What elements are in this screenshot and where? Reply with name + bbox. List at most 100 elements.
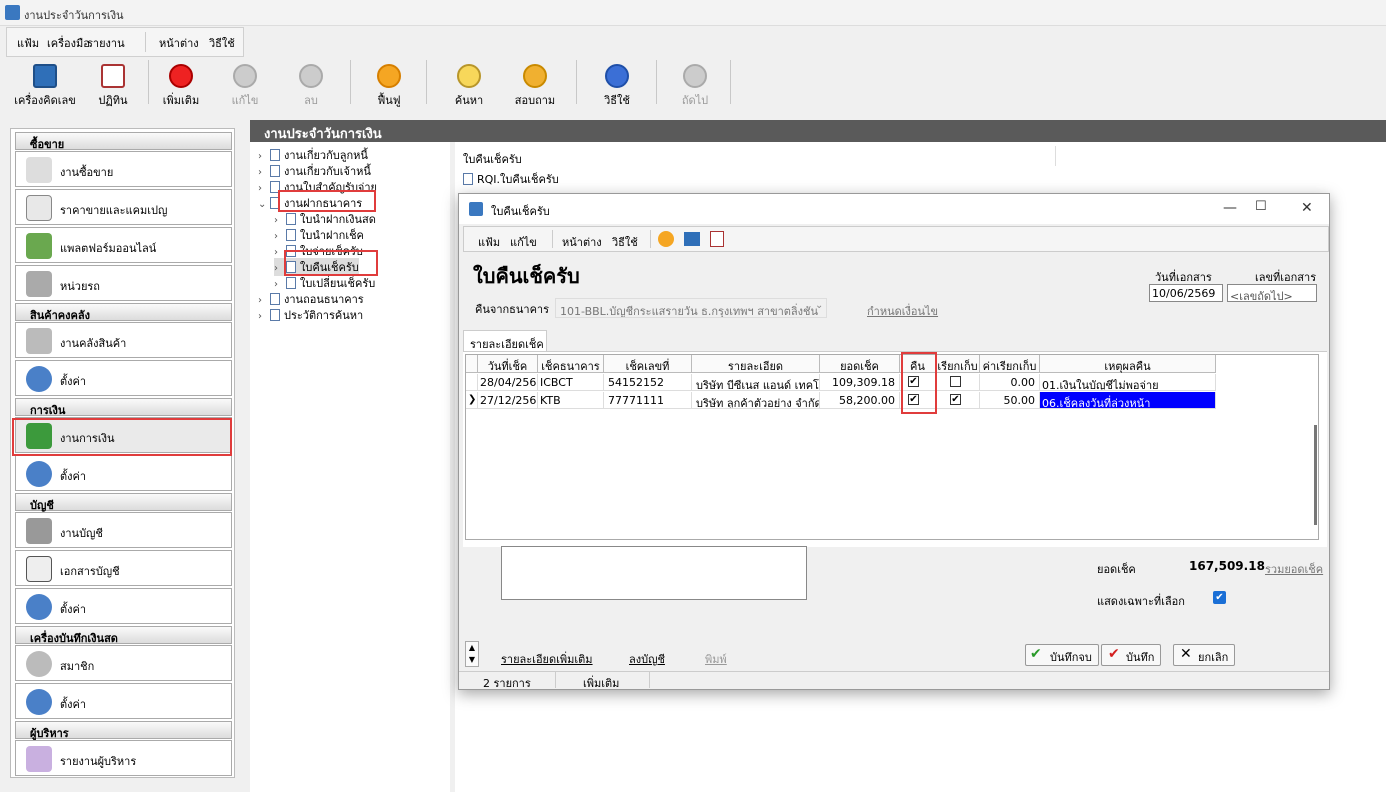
cell-fee[interactable]: 0.00 xyxy=(980,374,1040,391)
menu-help[interactable]: วิธีใช้ xyxy=(209,34,235,52)
save-button[interactable]: ✔ บันทึก xyxy=(1101,644,1162,666)
close-icon[interactable]: ✕ xyxy=(1301,200,1313,216)
col-collect[interactable]: เรียกเก็บ xyxy=(936,355,980,373)
sales-work-button[interactable]: งานซื้อขาย xyxy=(15,151,232,187)
menu-report[interactable]: รายงาน xyxy=(87,34,125,52)
collect-checkbox[interactable]: ✔ xyxy=(950,394,961,405)
edit-icon xyxy=(233,64,257,88)
module-header: งานประจำวันการเงิน xyxy=(250,120,1386,142)
col-fee[interactable]: ค่าเรียกเก็บ xyxy=(980,355,1040,373)
check-icon: ✔ xyxy=(1108,646,1120,662)
menu-file[interactable]: แฟ้ม xyxy=(17,34,39,52)
truck-icon xyxy=(26,271,52,297)
accounting-work-button[interactable]: งานบัญชี xyxy=(15,512,232,548)
cell-cheque-no[interactable]: 77771111 xyxy=(604,392,692,409)
edit-button[interactable]: แก้ไข xyxy=(222,58,268,107)
menu-window[interactable]: หน้าต่าง xyxy=(159,34,199,52)
inquiry-button[interactable]: สอบถาม xyxy=(510,58,560,107)
cell-fee[interactable]: 50.00 xyxy=(980,392,1040,409)
app-title: งานประจำวันการเงิน xyxy=(24,9,124,22)
post-ledger-link[interactable]: ลงบัญชี xyxy=(629,650,665,668)
dialog-menu-window[interactable]: หน้าต่าง xyxy=(562,233,602,251)
refresh-button[interactable]: ฟื้นฟู xyxy=(366,58,412,107)
cell-description[interactable]: บริษัท บีซีเนส แอนด์ เทคโนโลยี xyxy=(692,374,820,391)
pricing-button[interactable]: ราคาขายและแคมเปญ xyxy=(15,189,232,225)
next-icon xyxy=(683,64,707,88)
platform-button[interactable]: แพลตฟอร์มออนไลน์ xyxy=(15,227,232,263)
section-sales[interactable]: ซื้อขาย xyxy=(15,132,232,151)
bank-select[interactable]: 101-BBL.บัญชีกระแสรายวัน ธ.กรุงเทพฯ สาขา… xyxy=(555,298,827,318)
cell-bank[interactable]: KTB xyxy=(538,392,604,409)
cell-date[interactable]: 27/12/2568 xyxy=(478,392,538,409)
inventory-settings-button[interactable]: ตั้งค่า xyxy=(15,360,232,396)
save-close-button[interactable]: ✔ บันทึกจบ xyxy=(1025,644,1099,666)
col-amount[interactable]: ยอดเช็ค xyxy=(820,355,900,373)
members-button[interactable]: สมาชิก xyxy=(15,645,232,681)
units-button[interactable]: หน่วยรถ xyxy=(15,265,232,301)
calculator-button[interactable]: เครื่องคิดเลข xyxy=(12,58,78,107)
col-date[interactable]: วันที่เช็ค xyxy=(478,355,538,373)
help-icon xyxy=(605,64,629,88)
cell-description[interactable]: บริษัท ลูกค้าตัวอย่าง จำกัด xyxy=(692,392,820,409)
cash-settings-button[interactable]: ตั้งค่า xyxy=(15,683,232,719)
cell-bank[interactable]: ICBCT xyxy=(538,374,604,391)
cell-reason[interactable]: 01.เงินในบัญชีไม่พอจ่าย xyxy=(1040,374,1216,391)
document-icon xyxy=(270,149,280,161)
doc-date-field[interactable]: 10/06/2569 xyxy=(1149,284,1223,302)
cell-amount[interactable]: 58,200.00 xyxy=(820,392,900,409)
col-reason[interactable]: เหตุผลคืน xyxy=(1040,355,1216,373)
dialog-menu-edit[interactable]: แก้ไข xyxy=(510,233,537,251)
delete-button[interactable]: ลบ xyxy=(288,58,334,107)
calendar-icon[interactable] xyxy=(710,231,724,247)
cell-reason-selected[interactable]: 06.เช็คลงวันที่ล่วงหน้า xyxy=(1040,392,1216,409)
tree-item-search-history[interactable]: › ประวัติการค้นหา xyxy=(258,306,363,324)
cell-amount[interactable]: 109,309.18 xyxy=(820,374,900,391)
gear-icon xyxy=(26,594,52,620)
double-check-icon: ✔ xyxy=(1030,646,1042,662)
dialog-menu-help[interactable]: วิธีใช้ xyxy=(612,233,638,251)
refresh-icon[interactable] xyxy=(658,231,674,247)
notes-box[interactable] xyxy=(501,546,807,600)
show-selected-checkbox[interactable]: ✔ xyxy=(1213,591,1226,604)
accounting-docs-button[interactable]: เอกสารบัญชี xyxy=(15,550,232,586)
next-button[interactable]: ถัดไป xyxy=(672,58,718,107)
more-details-link[interactable]: รายละเอียดเพิ่มเติม xyxy=(501,650,593,668)
dialog-title: ใบคืนเช็ครับ xyxy=(491,205,550,218)
accounting-settings-button[interactable]: ตั้งค่า xyxy=(15,588,232,624)
collect-checkbox[interactable] xyxy=(950,376,961,387)
cell-cheque-no[interactable]: 54152152 xyxy=(604,374,692,391)
col-bank[interactable]: เช็คธนาคาร xyxy=(538,355,604,373)
col-cheque-no[interactable]: เช็คเลขที่ xyxy=(604,355,692,373)
shopify-icon xyxy=(26,233,52,259)
condition-link[interactable]: กำหนดเงื่อนไข xyxy=(867,302,938,320)
section-accounting[interactable]: บัญชี xyxy=(15,493,232,512)
warehouse-button[interactable]: งานคลังสินค้า xyxy=(15,322,232,358)
print-link[interactable]: พิมพ์ xyxy=(705,650,727,668)
help-button[interactable]: วิธีใช้ xyxy=(594,58,640,107)
dialog-menu-file[interactable]: แฟ้ม xyxy=(478,233,500,251)
scroll-up-down-icon[interactable]: ▲ ▼ xyxy=(465,641,479,667)
executive-report-button[interactable]: รายงานผู้บริหาร xyxy=(15,740,232,776)
section-cash-register[interactable]: เครื่องบันทึกเงินสด xyxy=(15,626,232,645)
section-inventory[interactable]: สินค้าคงคลัง xyxy=(15,303,232,322)
add-button[interactable]: เพิ่มเติม xyxy=(158,58,204,107)
doc-no-field[interactable]: <เลขถัดไป> xyxy=(1227,284,1317,303)
sales-icon xyxy=(26,157,52,183)
minimize-icon[interactable]: — xyxy=(1223,200,1237,216)
finance-settings-button[interactable]: ตั้งค่า xyxy=(15,455,232,491)
section-finance[interactable]: การเงิน xyxy=(15,398,232,417)
cell-date[interactable]: 28/04/2568 xyxy=(478,374,538,391)
cancel-button[interactable]: ✕ ยกเลิก xyxy=(1173,644,1236,666)
search-button[interactable]: ค้นหา xyxy=(446,58,492,107)
calculator-icon[interactable] xyxy=(684,232,700,246)
maximize-icon[interactable]: ☐ xyxy=(1255,199,1267,214)
menu-tools[interactable]: เครื่องมือ xyxy=(47,34,90,52)
grid-scrollbar[interactable] xyxy=(1314,425,1317,525)
calendar-button[interactable]: ปฏิทิน xyxy=(88,58,138,107)
right-pane-doc[interactable]: RQI.ใบคืนเช็ครับ xyxy=(463,170,559,188)
section-executive[interactable]: ผู้บริหาร xyxy=(15,721,232,740)
document-icon xyxy=(270,165,280,177)
total-cheque-link[interactable]: รวมยอดเช็ค xyxy=(1265,560,1323,578)
col-description[interactable]: รายละเอียด xyxy=(692,355,820,373)
tab-cheque-details[interactable]: รายละเอียดเช็ค xyxy=(463,330,547,352)
